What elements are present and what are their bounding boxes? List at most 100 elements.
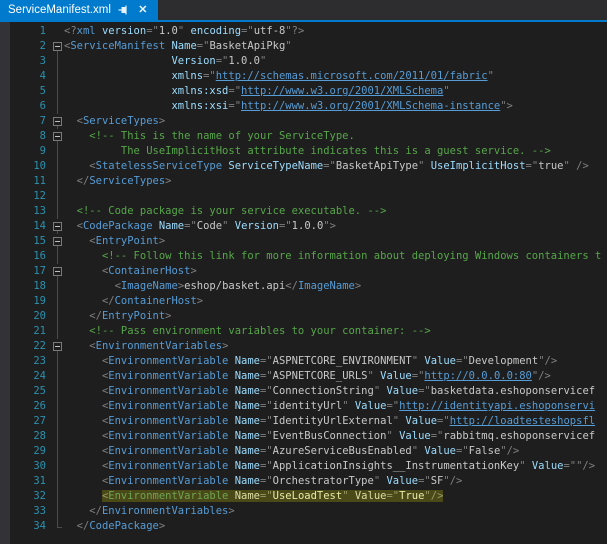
fold-margin xyxy=(51,204,64,219)
line-number: 23 xyxy=(10,354,51,369)
line-number: 27 xyxy=(10,414,51,429)
fold-collapse-icon[interactable] xyxy=(51,129,64,144)
code-text: </ContainerHost> xyxy=(64,294,607,309)
code-text: <EnvironmentVariables> xyxy=(64,339,607,354)
code-line[interactable]: 32 <EnvironmentVariable Name="UseLoadTes… xyxy=(10,489,607,504)
collapse-minus-icon[interactable] xyxy=(53,267,62,276)
code-line[interactable]: 19 </ContainerHost> xyxy=(10,294,607,309)
code-line[interactable]: 10 <StatelessServiceType ServiceTypeName… xyxy=(10,159,607,174)
fold-margin xyxy=(51,324,64,339)
code-line[interactable]: 31 <EnvironmentVariable Name="Orchestrat… xyxy=(10,474,607,489)
code-line[interactable]: 15 <EntryPoint> xyxy=(10,234,607,249)
collapse-minus-icon[interactable] xyxy=(53,132,62,141)
code-line[interactable]: 21 <!-- Pass environment variables to yo… xyxy=(10,324,607,339)
fold-collapse-icon[interactable] xyxy=(51,339,64,354)
code-lines: 1<?xml version="1.0" encoding="utf-8"?>2… xyxy=(10,24,607,534)
code-line[interactable]: 12 xyxy=(10,189,607,204)
code-line[interactable]: 8 <!-- This is the name of your ServiceT… xyxy=(10,129,607,144)
code-text: </ServiceTypes> xyxy=(64,174,607,189)
code-line[interactable]: 5 xmlns:xsd="http://www.w3.org/2001/XMLS… xyxy=(10,84,607,99)
fold-collapse-icon[interactable] xyxy=(51,264,64,279)
code-text: <EnvironmentVariable Name="ConnectionStr… xyxy=(64,384,607,399)
line-number: 17 xyxy=(10,264,51,279)
fold-margin xyxy=(51,414,64,429)
line-number: 31 xyxy=(10,474,51,489)
code-line[interactable]: 1<?xml version="1.0" encoding="utf-8"?> xyxy=(10,24,607,39)
close-icon[interactable]: ✕ xyxy=(137,4,149,16)
collapse-minus-icon[interactable] xyxy=(53,117,62,126)
code-text: <EnvironmentVariable Name="ASPNETCORE_EN… xyxy=(64,354,607,369)
code-line[interactable]: 22 <EnvironmentVariables> xyxy=(10,339,607,354)
fold-margin xyxy=(51,459,64,474)
fold-collapse-icon[interactable] xyxy=(51,39,64,54)
code-text: </EntryPoint> xyxy=(64,309,607,324)
code-line[interactable]: 13 <!-- Code package is your service exe… xyxy=(10,204,607,219)
code-line[interactable]: 4 xmlns="http://schemas.microsoft.com/20… xyxy=(10,69,607,84)
tab-title: ServiceManifest.xml xyxy=(8,4,111,16)
fold-margin xyxy=(51,309,64,324)
code-text: <EnvironmentVariable Name="AzureServiceB… xyxy=(64,444,607,459)
code-text: <!-- Follow this link for more informati… xyxy=(64,249,607,264)
code-line[interactable]: 2 <ServiceManifest Name="BasketApiPkg" xyxy=(10,39,607,54)
code-text: xmlns:xsd="http://www.w3.org/2001/XMLSch… xyxy=(64,84,607,99)
fold-collapse-icon[interactable] xyxy=(51,219,64,234)
code-line[interactable]: 23 <EnvironmentVariable Name="ASPNETCORE… xyxy=(10,354,607,369)
code-line[interactable]: 33 </EnvironmentVariables> xyxy=(10,504,607,519)
code-line[interactable]: 16 <!-- Follow this link for more inform… xyxy=(10,249,607,264)
code-line[interactable]: 26 <EnvironmentVariable Name="identityUr… xyxy=(10,399,607,414)
code-line[interactable]: 29 <EnvironmentVariable Name="AzureServi… xyxy=(10,444,607,459)
code-line[interactable]: 6 xmlns:xsi="http://www.w3.org/2001/XMLS… xyxy=(10,99,607,114)
pin-icon[interactable] xyxy=(118,4,130,16)
fold-margin xyxy=(51,519,64,534)
collapse-minus-icon[interactable] xyxy=(53,237,62,246)
code-text: <ImageName>eshop/basket.api</ImageName> xyxy=(64,279,607,294)
code-text: <EnvironmentVariable Name="identityUrl" … xyxy=(64,399,607,414)
code-text: <EntryPoint> xyxy=(64,234,607,249)
code-line[interactable]: 24 <EnvironmentVariable Name="ASPNETCORE… xyxy=(10,369,607,384)
fold-margin xyxy=(51,54,64,69)
code-line[interactable]: 20 </EntryPoint> xyxy=(10,309,607,324)
code-line[interactable]: 7 <ServiceTypes> xyxy=(10,114,607,129)
code-line[interactable]: 3 Version="1.0.0" xyxy=(10,54,607,69)
code-line[interactable]: 30 <EnvironmentVariable Name="Applicatio… xyxy=(10,459,607,474)
code-line[interactable]: 34 </CodePackage> xyxy=(10,519,607,534)
fold-margin xyxy=(51,399,64,414)
fold-margin xyxy=(51,354,64,369)
code-text: <ServiceTypes> xyxy=(64,114,607,129)
collapse-minus-icon[interactable] xyxy=(53,42,62,51)
fold-margin xyxy=(51,429,64,444)
line-number: 20 xyxy=(10,309,51,324)
code-line[interactable]: 17 <ContainerHost> xyxy=(10,264,607,279)
fold-collapse-icon[interactable] xyxy=(51,114,64,129)
code-text: <EnvironmentVariable Name="OrchestratorT… xyxy=(64,474,607,489)
code-text: <CodePackage Name="Code" Version="1.0.0"… xyxy=(64,219,607,234)
code-text xyxy=(64,189,607,204)
tab-servicemanifest[interactable]: ServiceManifest.xml ✕ xyxy=(0,0,158,20)
code-line[interactable]: 25 <EnvironmentVariable Name="Connection… xyxy=(10,384,607,399)
code-line[interactable]: 11 </ServiceTypes> xyxy=(10,174,607,189)
line-number: 12 xyxy=(10,189,51,204)
line-number: 19 xyxy=(10,294,51,309)
line-number: 2 xyxy=(10,39,51,54)
line-number: 25 xyxy=(10,384,51,399)
code-text: <StatelessServiceType ServiceTypeName="B… xyxy=(64,159,607,174)
fold-collapse-icon[interactable] xyxy=(51,234,64,249)
code-line[interactable]: 18 <ImageName>eshop/basket.api</ImageNam… xyxy=(10,279,607,294)
code-text: <ServiceManifest Name="BasketApiPkg" xyxy=(64,39,607,54)
code-line[interactable]: 28 <EnvironmentVariable Name="EventBusCo… xyxy=(10,429,607,444)
code-line[interactable]: 27 <EnvironmentVariable Name="IdentityUr… xyxy=(10,414,607,429)
collapse-minus-icon[interactable] xyxy=(53,342,62,351)
line-number: 4 xyxy=(10,69,51,84)
line-number: 3 xyxy=(10,54,51,69)
line-number: 11 xyxy=(10,174,51,189)
line-number: 8 xyxy=(10,129,51,144)
code-text: xmlns:xsi="http://www.w3.org/2001/XMLSch… xyxy=(64,99,607,114)
fold-margin xyxy=(51,69,64,84)
fold-margin xyxy=(51,504,64,519)
fold-margin xyxy=(51,474,64,489)
code-line[interactable]: 14 <CodePackage Name="Code" Version="1.0… xyxy=(10,219,607,234)
code-line[interactable]: 9 The UseImplicitHost attribute indicate… xyxy=(10,144,607,159)
collapse-minus-icon[interactable] xyxy=(53,222,62,231)
line-number: 29 xyxy=(10,444,51,459)
fold-margin xyxy=(51,369,64,384)
